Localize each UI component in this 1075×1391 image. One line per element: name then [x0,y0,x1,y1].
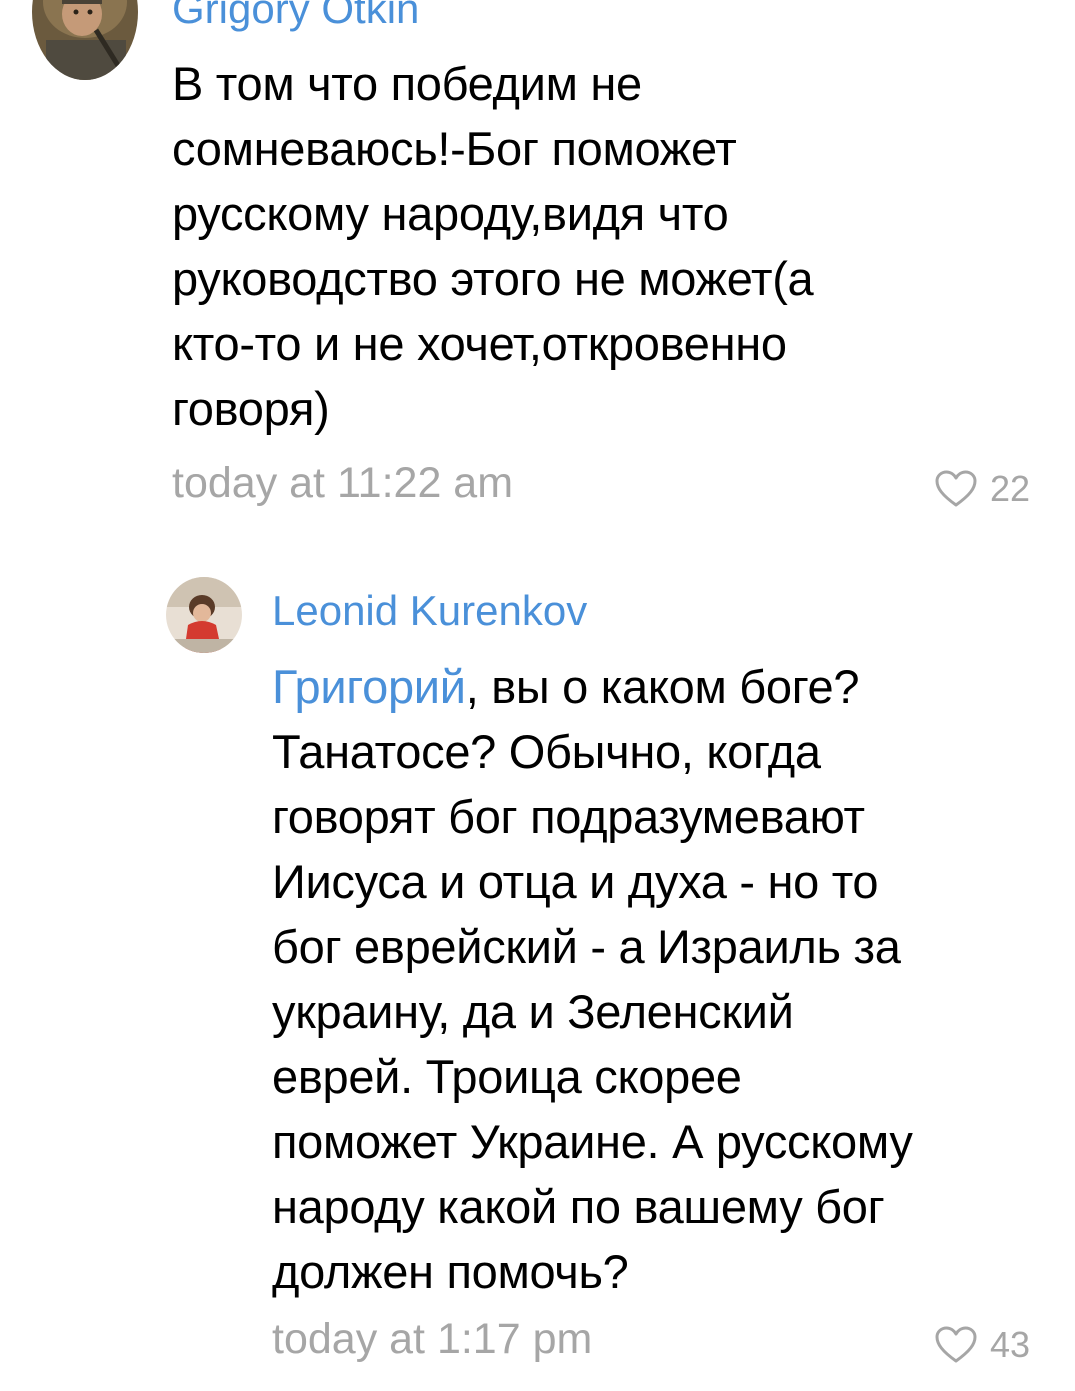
heart-outline-icon [935,1326,977,1363]
comment-author[interactable]: Leonid Kurenkov [272,590,587,632]
child-photo-avatar[interactable] [166,577,242,653]
comment-timestamp[interactable]: today at 1:17 pm [272,1318,592,1361]
comment-author[interactable]: Grigory Otkin [172,0,419,30]
comment-text-line: сомневаюсь!-Бог поможет [172,122,737,175]
mention-link[interactable]: Григорий [272,660,466,713]
comment-text-line: говорят бог подразумевают [272,790,865,843]
heart-outline-icon [935,470,977,507]
comment-text-line: украину, да и Зеленский [272,985,794,1038]
comment-text: Григорий, вы о каком боге? Танатосе? Обы… [272,654,913,1304]
comment-text: В том что победим не сомневаюсь!-Бог пом… [172,51,814,441]
comment-text-line: еврей. Троица скорее [272,1050,742,1103]
comment-text-line: Григорий, вы о каком боге? [272,654,913,719]
like-count: 22 [990,468,1031,509]
like-count: 43 [990,1324,1031,1365]
comment-text-line: бог еврейский - а Израиль за [272,920,901,973]
like-button[interactable]: 43 [934,1325,1030,1365]
comment-text-line: русскому народу,видя что [172,187,729,240]
comment-timestamp[interactable]: today at 11:22 am [172,462,513,505]
comment-text-line: должен помочь? [272,1245,629,1298]
comment-text-line: Танатосе? Обычно, когда [272,725,821,778]
comment-text-line: В том что победим не [172,57,642,110]
comment-text-line: говоря) [172,382,330,435]
knight-portrait-avatar[interactable] [32,0,138,80]
comment-text-segment: , вы о каком боге? [465,660,860,713]
like-button[interactable]: 22 [934,469,1030,509]
comment-text-line: народу какой по вашему бог [272,1180,885,1233]
comment-text-line: руководство этого не может(а [172,252,814,305]
comment-text-line: кто-то и не хочет,откровенно [172,317,787,370]
comment-text-line: поможет Украине. А русскому [272,1115,913,1168]
comment-text-line: Иисуса и отца и духа - но то [272,855,879,908]
